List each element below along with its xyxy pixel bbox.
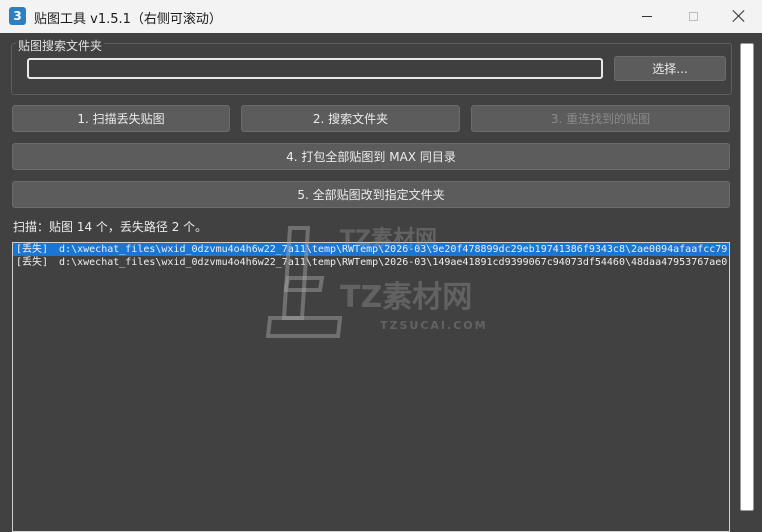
close-button[interactable] xyxy=(716,0,762,32)
minimize-icon xyxy=(642,15,652,17)
client-area: 贴图搜索文件夹 选择... 1. 扫描丢失贴图 2. 搜索文件夹 3. 重连找到… xyxy=(0,33,762,532)
window-title: 贴图工具 v1.5.1（右侧可滚动） xyxy=(34,12,222,27)
missing-path: d:\xwechat_files\wxid_0dzvmu4o4h6w22_7a1… xyxy=(59,257,728,268)
change-all-textures-button[interactable]: 5. 全部贴图改到指定文件夹 xyxy=(12,181,730,208)
close-icon xyxy=(733,10,745,22)
vertical-scrollbar[interactable] xyxy=(740,43,754,532)
missing-path: d:\xwechat_files\wxid_0dzvmu4o4h6w22_7a1… xyxy=(59,244,728,255)
relink-found-button[interactable]: 3. 重连找到的贴图 xyxy=(471,105,730,132)
search-folder-button[interactable]: 2. 搜索文件夹 xyxy=(241,105,460,132)
missing-tag: [丢失] xyxy=(16,244,49,255)
title-bar: 3 贴图工具 v1.5.1（右侧可滚动） xyxy=(0,0,762,33)
scan-missing-button[interactable]: 1. 扫描丢失贴图 xyxy=(12,105,230,132)
search-folder-group-title: 贴图搜索文件夹 xyxy=(16,37,105,54)
pack-textures-button[interactable]: 4. 打包全部贴图到 MAX 同目录 xyxy=(12,143,730,170)
scan-status-text: 扫描：贴图 14 个，丢失路径 2 个。 xyxy=(13,220,208,234)
app-icon: 3 xyxy=(9,7,26,25)
folder-path-input[interactable] xyxy=(27,58,603,79)
list-item[interactable]: [丢失] d:\xwechat_files\wxid_0dzvmu4o4h6w22… xyxy=(13,243,729,256)
minimize-button[interactable] xyxy=(624,0,670,32)
scrollbar-thumb[interactable] xyxy=(740,43,754,511)
missing-texture-list[interactable]: [丢失] d:\xwechat_files\wxid_0dzvmu4o4h6w22… xyxy=(12,242,730,532)
list-item[interactable]: [丢失] d:\xwechat_files\wxid_0dzvmu4o4h6w22… xyxy=(13,256,729,269)
maximize-button[interactable] xyxy=(670,0,716,32)
browse-button[interactable]: 选择... xyxy=(614,56,726,81)
missing-tag: [丢失] xyxy=(16,257,49,268)
maximize-icon xyxy=(688,11,698,21)
